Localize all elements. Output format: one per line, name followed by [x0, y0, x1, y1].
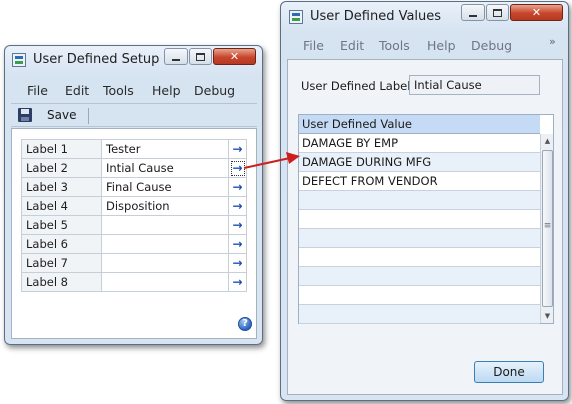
open-values-arrow-icon[interactable]: → — [229, 235, 247, 254]
setup-toolbar: Save — [11, 103, 257, 127]
open-values-arrow-icon[interactable]: → — [229, 178, 247, 197]
label-name: Label 8 — [22, 273, 102, 292]
maximize-button[interactable] — [189, 48, 212, 65]
label-grid: Label 1 Tester → Label 2 Intial Cause → … — [21, 139, 247, 292]
label-value-field[interactable] — [102, 273, 229, 292]
scroll-down-button[interactable]: ▼ — [541, 309, 554, 323]
maximize-icon — [492, 9, 502, 17]
list-item[interactable]: DAMAGE BY EMP — [299, 134, 540, 153]
label-value-field[interactable]: Tester — [102, 140, 229, 159]
maximize-icon — [195, 53, 205, 61]
menu-debug[interactable]: Debug — [194, 80, 235, 102]
label-name: Label 3 — [22, 178, 102, 197]
open-values-arrow-icon[interactable]: → — [229, 254, 247, 273]
list-item[interactable] — [299, 248, 540, 267]
setup-titlebar[interactable]: User Defined Setup ✕ — [5, 46, 262, 72]
label-name: Label 5 — [22, 216, 102, 235]
menu-tools[interactable]: Tools — [379, 35, 410, 57]
user-defined-label-caption: User Defined Label — [301, 79, 411, 93]
close-button[interactable]: ✕ — [213, 48, 256, 65]
menu-edit[interactable]: Edit — [340, 35, 364, 57]
app-icon — [12, 53, 26, 67]
list-item[interactable] — [299, 229, 540, 248]
list-item[interactable] — [299, 191, 540, 210]
label-value-field[interactable] — [102, 216, 229, 235]
user-defined-setup-window: User Defined Setup ✕ File Edit Tools Hel… — [4, 45, 263, 345]
values-window-title: User Defined Values — [310, 9, 442, 24]
minimize-button[interactable] — [461, 4, 485, 21]
open-values-arrow-icon[interactable]: → — [229, 197, 247, 216]
list-scrollbar[interactable]: ▲ ≡ ▼ — [540, 134, 553, 323]
label-name: Label 4 — [22, 197, 102, 216]
label-value-field[interactable]: Final Cause — [102, 178, 229, 197]
list-item[interactable] — [299, 267, 540, 286]
menu-help[interactable]: Help — [427, 35, 456, 57]
menu-tools[interactable]: Tools — [103, 80, 134, 102]
done-button[interactable]: Done — [474, 361, 544, 383]
list-item[interactable] — [299, 286, 540, 305]
scroll-up-icon: ▲ — [544, 137, 551, 145]
menu-debug[interactable]: Debug — [471, 35, 512, 57]
close-icon: ✕ — [531, 6, 542, 19]
scroll-up-button[interactable]: ▲ — [541, 134, 554, 148]
label-name: Label 1 — [22, 140, 102, 159]
label-name: Label 7 — [22, 254, 102, 273]
connector-arrow-icon — [243, 152, 300, 169]
list-item[interactable] — [299, 305, 540, 324]
label-value-field[interactable] — [102, 254, 229, 273]
values-titlebar[interactable]: User Defined Values ✕ — [281, 2, 568, 28]
label-name: Label 6 — [22, 235, 102, 254]
help-icon[interactable]: ? — [238, 317, 252, 331]
close-button[interactable]: ✕ — [510, 4, 563, 21]
toolbar-separator — [88, 108, 89, 124]
user-defined-values-window: User Defined Values ✕ File Edit Tools He… — [280, 1, 569, 401]
open-values-arrow-icon[interactable]: → — [229, 273, 247, 292]
scroll-down-icon: ▼ — [544, 312, 551, 320]
values-list: User Defined Value DAMAGE BY EMP DAMAGE … — [298, 114, 554, 324]
close-icon: ✕ — [229, 50, 240, 63]
scroll-grip-icon: ≡ — [543, 221, 552, 231]
menu-help[interactable]: Help — [152, 80, 181, 102]
list-item[interactable] — [299, 210, 540, 229]
menu-file[interactable]: File — [303, 35, 324, 57]
open-values-arrow-icon[interactable]: → — [229, 216, 247, 235]
list-header: User Defined Value — [299, 115, 540, 134]
label-value-field[interactable] — [102, 235, 229, 254]
user-defined-label-field: Intial Cause — [409, 75, 540, 95]
app-icon — [289, 10, 303, 24]
menu-file[interactable]: File — [27, 80, 48, 102]
label-value-field[interactable]: Disposition — [102, 197, 229, 216]
setup-menubar: File Edit Tools Help Debug — [11, 80, 257, 102]
save-label: Save — [47, 108, 77, 122]
values-menubar: File Edit Tools Help Debug » — [287, 35, 563, 57]
maximize-button[interactable] — [486, 4, 509, 21]
minimize-icon — [172, 59, 180, 61]
minimize-button[interactable] — [164, 48, 188, 65]
label-value-field[interactable]: Intial Cause — [102, 159, 229, 178]
list-item[interactable]: DAMAGE DURING MFG — [299, 153, 540, 172]
setup-window-title: User Defined Setup — [33, 52, 160, 67]
values-content-area: User Defined Label Intial Cause User Def… — [287, 59, 563, 395]
save-button[interactable]: Save — [15, 107, 79, 125]
label-name: Label 2 — [22, 159, 102, 178]
list-item[interactable]: DEFECT FROM VENDOR — [299, 172, 540, 191]
scroll-thumb[interactable]: ≡ — [542, 150, 553, 307]
menu-edit[interactable]: Edit — [65, 80, 89, 102]
minimize-icon — [469, 15, 477, 17]
floppy-disk-icon — [18, 108, 32, 122]
list-rows: DAMAGE BY EMP DAMAGE DURING MFG DEFECT F… — [299, 134, 540, 324]
setup-content-area: Label 1 Tester → Label 2 Intial Cause → … — [11, 128, 257, 339]
toolbar-overflow-icon[interactable]: » — [549, 31, 556, 53]
